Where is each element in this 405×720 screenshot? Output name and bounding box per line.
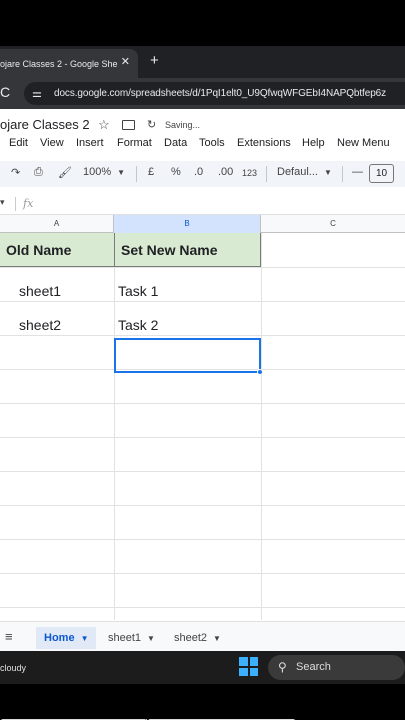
menu-tools[interactable]: Tools: [199, 137, 225, 149]
chevron-down-icon: ▼: [213, 634, 221, 643]
search-label: Search: [296, 661, 331, 673]
taskbar: cloudy ⚲ Search: [0, 651, 405, 684]
number-format-button[interactable]: 123: [242, 168, 257, 178]
weather-widget[interactable]: cloudy: [0, 663, 26, 673]
percent-format-button[interactable]: %: [171, 166, 181, 178]
chevron-down-icon: ▼: [80, 634, 89, 643]
font-select[interactable]: Defaul... ▼: [277, 166, 332, 178]
grid-line: [0, 607, 405, 608]
windows-logo-pane: [249, 667, 258, 676]
grid-line: [114, 233, 115, 620]
doc-title-row: ojare Classes 2 ☆ ↻ Saving...: [0, 117, 405, 137]
menu-insert[interactable]: Insert: [76, 137, 104, 149]
column-header-b[interactable]: B: [114, 215, 261, 233]
mouse-cursor-icon: ⇱: [145, 716, 153, 720]
name-box-caret-icon[interactable]: ▾: [0, 197, 5, 208]
toolbar: ↷ ⎙ 🖌 100% ▼ £ % .0 .00 123 Defaul... ▼ — …: [0, 161, 405, 187]
increase-decimal-button[interactable]: .00: [218, 166, 233, 178]
chevron-down-icon: ▼: [147, 634, 155, 643]
windows-logo-pane: [249, 657, 258, 666]
sheet-tab-label: sheet1: [108, 632, 142, 644]
menu-edit[interactable]: Edit: [9, 137, 28, 149]
sheet-tab-label: Home: [44, 632, 75, 644]
sheet-tab-bar: ≡ Home ▼ sheet1 ▼ sheet2 ▼: [0, 621, 405, 651]
chevron-down-icon: ▼: [117, 168, 126, 177]
toolbar-divider: [342, 166, 343, 182]
print-icon[interactable]: ⎙: [34, 166, 43, 179]
menu-view[interactable]: View: [40, 137, 64, 149]
chevron-down-icon: ▼: [323, 168, 332, 177]
browser-tab-strip: ojare Classes 2 - Google Shee ✕ +: [0, 46, 405, 78]
menu-data[interactable]: Data: [164, 137, 187, 149]
cell-a3[interactable]: sheet2: [19, 317, 61, 333]
zoom-select[interactable]: 100% ▼: [83, 166, 125, 178]
save-status: Saving...: [165, 120, 201, 130]
reload-icon[interactable]: C: [0, 84, 10, 100]
grid-line: [0, 573, 405, 574]
fx-icon: fx: [23, 197, 34, 210]
sheets-app: ojare Classes 2 ☆ ↻ Saving... Edit View …: [0, 109, 405, 720]
browser-tab[interactable]: ojare Classes 2 - Google Shee ✕: [0, 49, 138, 78]
redo-icon[interactable]: ↷: [11, 166, 20, 179]
browser-tab-title: ojare Classes 2 - Google Shee: [0, 58, 118, 69]
grid-line: [0, 505, 405, 506]
toolbar-divider: [266, 166, 267, 182]
cell-b1[interactable]: Set New Name: [114, 233, 261, 267]
active-cell-selection[interactable]: [114, 338, 261, 373]
star-icon[interactable]: ☆: [98, 117, 110, 133]
decrease-font-size-button[interactable]: —: [352, 166, 363, 178]
windows-logo-pane: [239, 667, 248, 676]
menu-format[interactable]: Format: [117, 137, 152, 149]
address-bar[interactable]: ⚌ docs.google.com/spreadsheets/d/1PqI1el…: [24, 82, 405, 105]
url-text: docs.google.com/spreadsheets/d/1PqI1elt0…: [54, 88, 387, 99]
menu-extensions[interactable]: Extensions: [237, 137, 291, 149]
currency-format-button[interactable]: £: [148, 166, 154, 178]
grid-line: [0, 267, 405, 268]
column-headers: A B C: [0, 215, 405, 233]
search-icon: ⚲: [278, 660, 287, 674]
grid-line: [0, 335, 405, 336]
fill-handle[interactable]: [257, 369, 263, 375]
sync-icon: ↻: [147, 119, 157, 131]
sheet-tab-sheet1[interactable]: sheet1 ▼: [100, 627, 163, 649]
document-title[interactable]: ojare Classes 2: [0, 117, 90, 132]
screen: ojare Classes 2 - Google Shee ✕ + C ⚌ do…: [0, 0, 405, 720]
site-settings-icon[interactable]: ⚌: [32, 88, 46, 100]
formula-divider: [15, 197, 16, 211]
font-size-input[interactable]: 10: [369, 164, 394, 183]
cell-b2[interactable]: Task 1: [118, 283, 158, 299]
sheet-tab-sheet2[interactable]: sheet2 ▼: [166, 627, 229, 649]
toolbar-divider: [136, 166, 137, 182]
column-header-c[interactable]: C: [261, 215, 405, 233]
windows-logo-pane: [239, 657, 248, 666]
cell-a1[interactable]: Old Name: [0, 233, 115, 267]
address-bar-row: C ⚌ docs.google.com/spreadsheets/d/1PqI1…: [0, 78, 405, 109]
zoom-value: 100%: [83, 166, 112, 178]
decrease-decimal-button[interactable]: .0: [194, 166, 203, 178]
grid-line: [261, 233, 262, 620]
paint-format-icon[interactable]: 🖌: [58, 166, 72, 179]
sheet-tab-home[interactable]: Home ▼: [36, 627, 97, 649]
grid-line: [0, 403, 405, 404]
grid-line: [0, 301, 405, 302]
grid-line: [0, 539, 405, 540]
menu-bar: Edit View Insert Format Data Tools Exten…: [0, 137, 405, 155]
menu-new-menu[interactable]: New Menu: [337, 137, 390, 149]
close-icon[interactable]: ✕: [121, 55, 130, 68]
menu-help[interactable]: Help: [302, 137, 325, 149]
formula-bar: ▾ fx: [0, 193, 405, 215]
grid-line: [0, 471, 405, 472]
spreadsheet-grid[interactable]: A B C Old Name Set New Name sheet1 Task …: [0, 215, 405, 720]
taskbar-search[interactable]: ⚲ Search: [268, 655, 405, 680]
grid-line: [0, 437, 405, 438]
cell-a2[interactable]: sheet1: [19, 283, 61, 299]
font-value: Defaul...: [277, 166, 318, 178]
move-folder-icon[interactable]: [122, 120, 135, 130]
column-header-a[interactable]: A: [0, 215, 114, 233]
cell-b3[interactable]: Task 2: [118, 317, 158, 333]
sheet-tab-label: sheet2: [174, 632, 208, 644]
all-sheets-icon[interactable]: ≡: [5, 629, 13, 644]
new-tab-icon[interactable]: +: [150, 52, 159, 69]
windows-start-icon[interactable]: [239, 657, 258, 676]
